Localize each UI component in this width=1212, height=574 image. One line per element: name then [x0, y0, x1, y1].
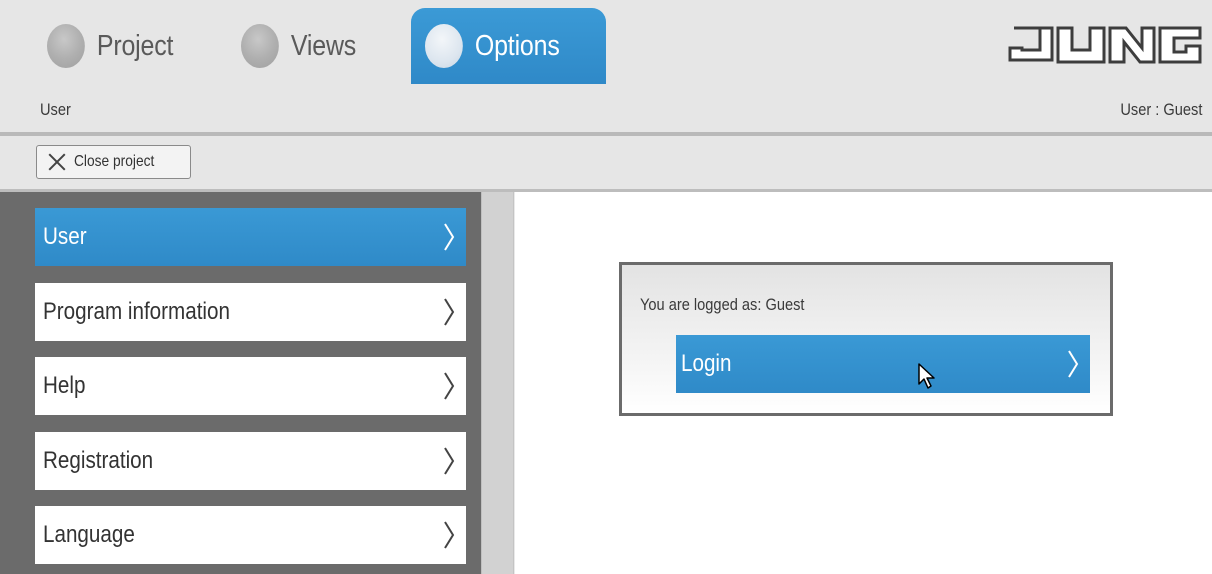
sidebar-item-label: Language — [43, 521, 135, 548]
breadcrumb: User — [40, 100, 71, 119]
sidebar-item-help[interactable]: Help — [35, 357, 466, 415]
tab-label: Project — [96, 29, 174, 62]
jung-logo — [1008, 26, 1202, 64]
tab-label: Views — [290, 29, 357, 62]
tab-dot-icon — [241, 24, 279, 68]
login-button[interactable]: Login — [676, 335, 1090, 393]
sidebar-item-label: Program information — [43, 298, 230, 325]
user-status: User : Guest — [1119, 100, 1202, 119]
chevron-right-icon — [444, 447, 455, 475]
mouse-pointer-icon — [918, 363, 935, 389]
chevron-right-icon — [444, 298, 455, 326]
sidebar-item-label: Help — [43, 372, 86, 399]
sidebar-scroll-gutter — [481, 192, 514, 574]
chevron-right-icon — [1068, 350, 1079, 378]
sidebar-item-language[interactable]: Language — [35, 506, 466, 564]
tab-views[interactable]: Views — [241, 8, 356, 84]
tab-project[interactable]: Project — [47, 8, 173, 84]
tab-dot-icon — [425, 24, 463, 68]
login-panel: You are logged as: Guest Login — [619, 262, 1113, 416]
sidebar-item-label: Registration — [43, 447, 154, 474]
chevron-right-icon — [444, 521, 455, 549]
sidebar-item-label: User — [43, 223, 87, 250]
chevron-right-icon — [444, 223, 455, 251]
sidebar-item-user[interactable]: User — [35, 208, 466, 266]
close-x-icon — [46, 151, 68, 173]
chevron-right-icon — [444, 372, 455, 400]
sidebar-item-program-information[interactable]: Program information — [35, 283, 466, 341]
tab-label: Options — [474, 29, 560, 62]
login-label: Login — [681, 350, 732, 377]
toolbar: Close project — [0, 136, 1212, 190]
top-tab-bar: Project Views Options — [0, 0, 1212, 86]
close-project-label: Close project — [74, 153, 155, 170]
login-status-text: You are logged as: Guest — [640, 295, 805, 314]
breadcrumb-bar: User User : Guest — [0, 86, 1212, 132]
close-project-button[interactable]: Close project — [36, 145, 191, 179]
tab-dot-icon — [47, 24, 85, 68]
tab-options[interactable]: Options — [425, 8, 560, 84]
sidebar-item-registration[interactable]: Registration — [35, 432, 466, 490]
